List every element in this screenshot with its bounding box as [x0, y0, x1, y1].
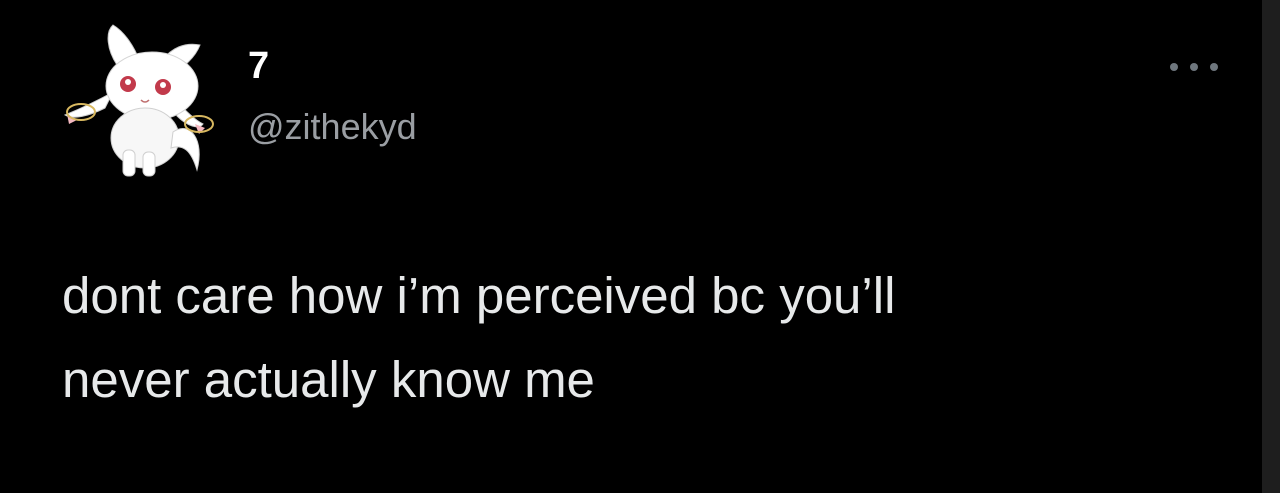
screen-edge [1262, 0, 1280, 493]
tweet-text-line: never actually know me [62, 351, 595, 408]
more-options-icon [1170, 63, 1178, 71]
avatar[interactable] [55, 20, 225, 180]
tweet-card: 7 @zithekyd dont care how i’m perceived … [0, 0, 1262, 493]
display-name[interactable]: 7 [248, 42, 269, 90]
more-options-icon [1210, 63, 1218, 71]
tweet-text-line: dont care how i’m perceived bc you’ll [62, 267, 896, 324]
tweet-text: dont care how i’m perceived bc you’ll ne… [62, 254, 1222, 422]
user-handle[interactable]: @zithekyd [248, 104, 417, 150]
kyubey-cat-avatar-icon [63, 24, 214, 177]
more-options-icon [1190, 63, 1198, 71]
more-options-button[interactable] [1170, 52, 1218, 82]
